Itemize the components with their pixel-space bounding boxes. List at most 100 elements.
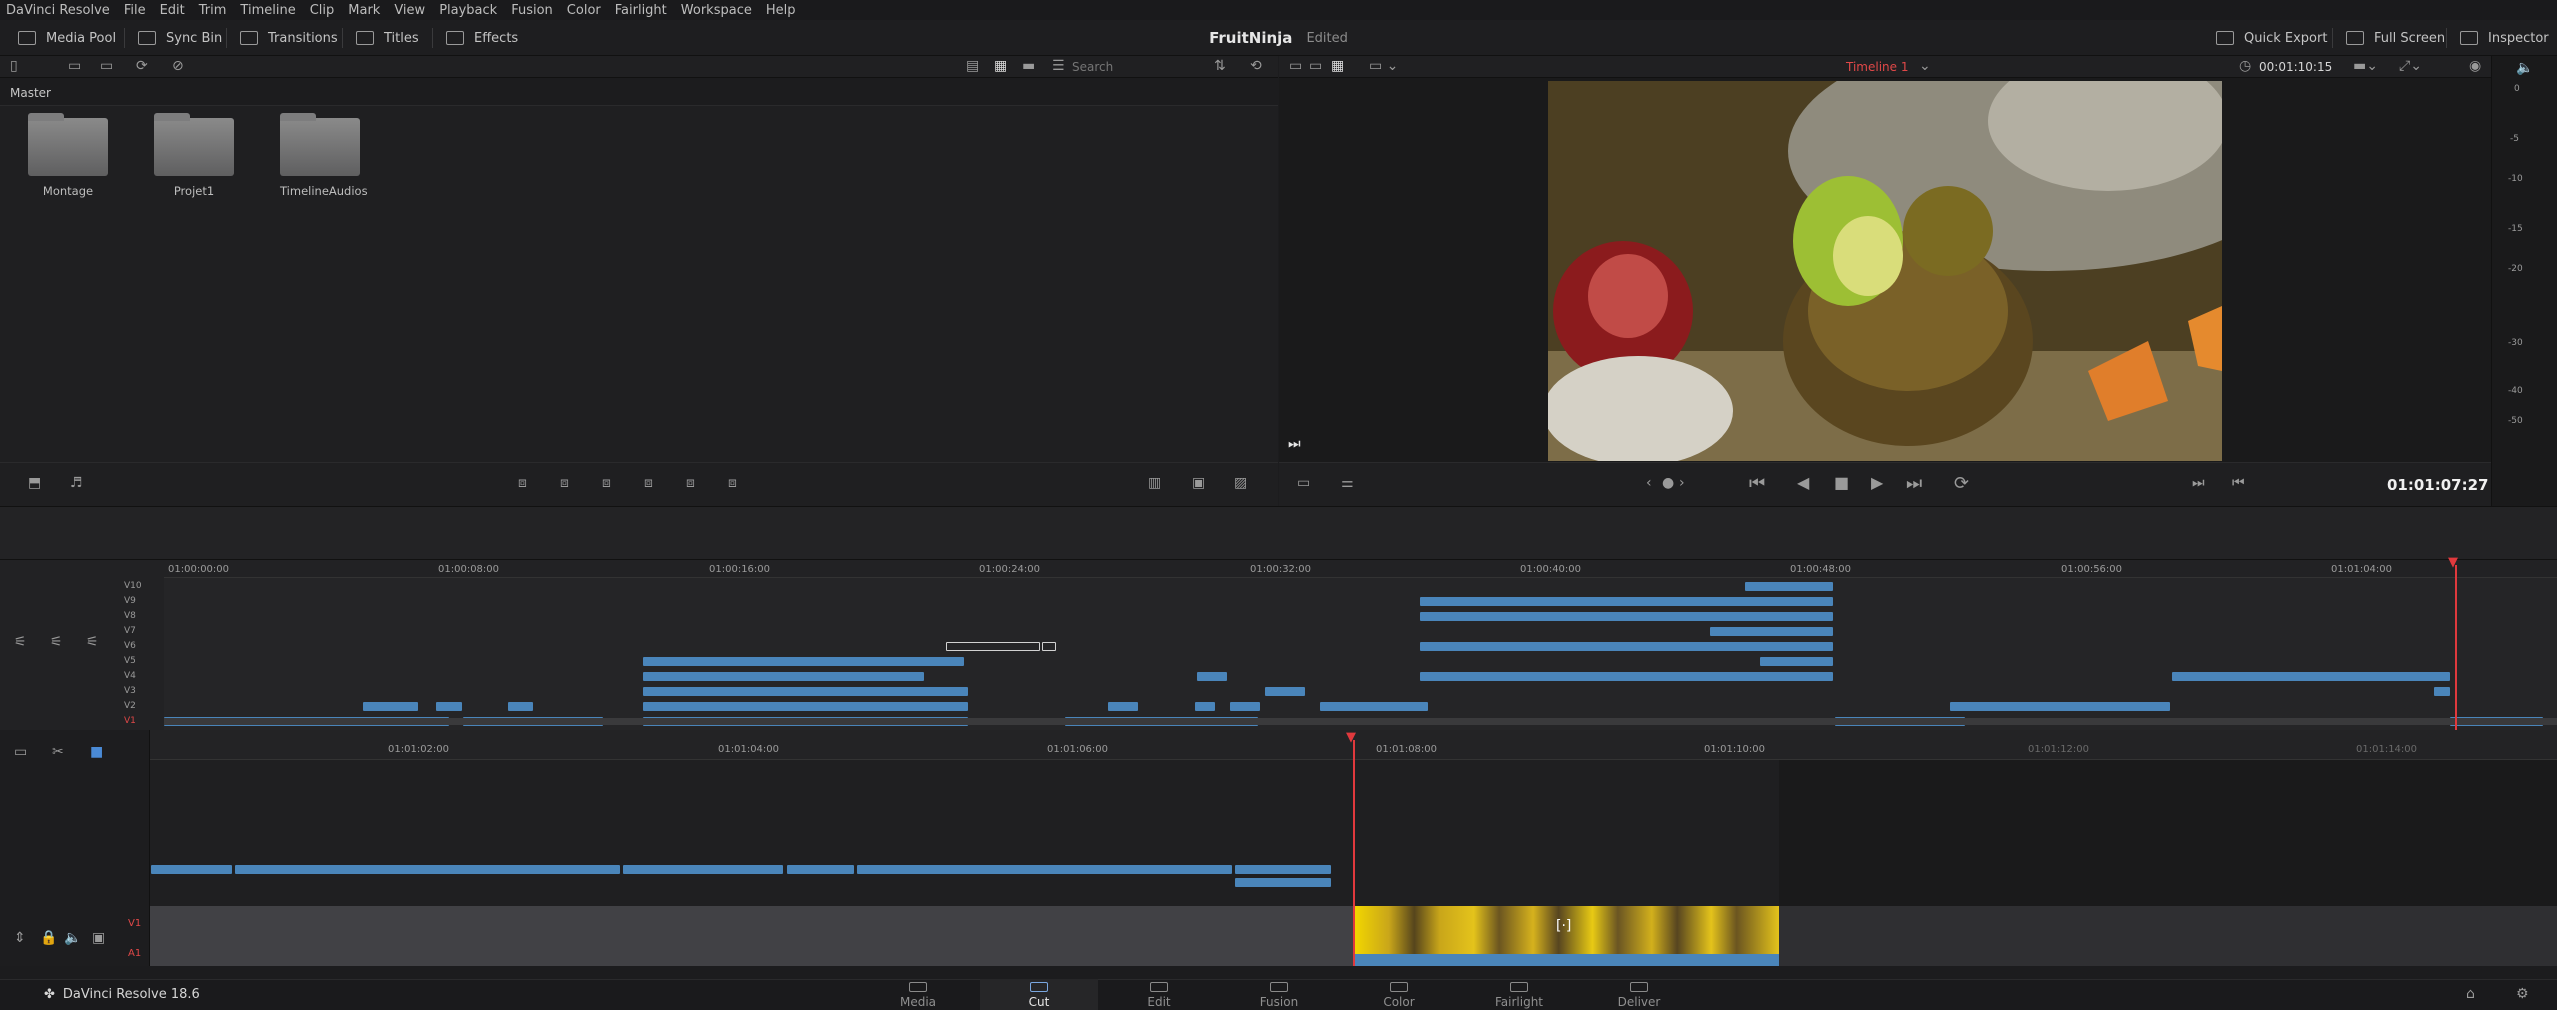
clip-v8[interactable]	[1420, 612, 1833, 621]
menu-fusion[interactable]: Fusion	[511, 3, 553, 18]
smart-insert-icon[interactable]: ⧈	[518, 475, 527, 491]
viewer-mode-icon[interactable]: ▭	[1289, 58, 1302, 74]
clip-v10[interactable]	[1745, 582, 1833, 591]
new-bin-icon[interactable]: ⬒	[28, 475, 41, 491]
upper-timeline-ruler[interactable]: 01:00:00:00 01:00:08:00 01:00:16:00 01:0…	[164, 560, 2557, 578]
lower-clip[interactable]	[787, 865, 854, 874]
menu-app[interactable]: DaVinci Resolve	[6, 3, 110, 18]
close-up-icon[interactable]: ⧈	[644, 475, 653, 491]
home-icon[interactable]: ⌂	[2466, 986, 2475, 1002]
image-icon[interactable]: ▣	[1192, 475, 1205, 491]
track-tool-icon[interactable]: ⚟	[14, 634, 27, 650]
clip-v2[interactable]	[643, 702, 968, 711]
menu-edit[interactable]: Edit	[160, 3, 185, 18]
titles-button[interactable]: Titles	[356, 20, 419, 56]
list-icon[interactable]: ▥	[1148, 475, 1161, 491]
clip-v9[interactable]	[1420, 597, 1833, 606]
source-overwrite-icon[interactable]: ⧈	[728, 475, 737, 491]
clip-v3[interactable]	[643, 687, 968, 696]
trim-handle-icon[interactable]: [·]	[1556, 918, 1571, 934]
page-media[interactable]: Media	[859, 979, 977, 1010]
lower-clip[interactable]	[623, 865, 783, 874]
timeline-selector[interactable]: Timeline 1	[1846, 60, 1908, 74]
page-color[interactable]: Color	[1340, 979, 1458, 1010]
menu-help[interactable]: Help	[766, 3, 796, 18]
clip-v4[interactable]	[1420, 672, 1833, 681]
go-to-end-icon[interactable]: ⏭	[1906, 473, 1922, 494]
stop-icon[interactable]: ■	[1834, 473, 1849, 492]
mark-in-icon[interactable]: ⏭	[2192, 475, 2205, 491]
refresh-icon[interactable]: ⟳	[136, 58, 148, 74]
chevron-down-icon[interactable]: ⌄	[1919, 58, 1931, 74]
clip-v6[interactable]	[1420, 642, 1833, 651]
lower-clip[interactable]	[235, 865, 620, 874]
skip-to-end-icon[interactable]: ⏭	[1288, 436, 1301, 452]
folder-montage[interactable]: Montage	[28, 113, 108, 198]
speaker-icon[interactable]: 🔈	[2516, 60, 2533, 76]
append-icon[interactable]: ⧈	[560, 475, 569, 491]
snap-icon[interactable]: ■	[90, 744, 103, 760]
film-icon[interactable]: ▭	[14, 744, 27, 760]
transform-icon[interactable]: ⤢⌄	[2399, 58, 2422, 74]
audio-icon[interactable]: ♬	[70, 475, 83, 491]
sync-icon[interactable]: ⟲	[1250, 58, 1262, 74]
breadcrumb-master[interactable]: Master	[10, 86, 51, 100]
page-deliver[interactable]: Deliver	[1580, 979, 1698, 1010]
sync-bin-button[interactable]: Sync Bin	[138, 20, 222, 56]
clip-v4[interactable]	[1197, 672, 1227, 681]
play-reverse-icon[interactable]: ◀	[1797, 473, 1809, 492]
list-view-icon[interactable]: ☰	[1052, 58, 1065, 74]
track-tool-icon[interactable]: ⚟	[86, 634, 99, 650]
clip-v5[interactable]	[643, 657, 964, 666]
prev-frame-icon[interactable]: ‹	[1646, 475, 1652, 491]
effects-button[interactable]: Effects	[446, 20, 518, 56]
page-edit[interactable]: Edit	[1100, 979, 1218, 1010]
expand-icon[interactable]: ⇕	[14, 930, 26, 946]
display-options-icon[interactable]: ▬⌄	[2353, 58, 2378, 74]
scissors-icon[interactable]: ✂	[52, 744, 64, 760]
gear-icon[interactable]: ⚙	[2516, 986, 2529, 1002]
play-icon[interactable]: ▶	[1871, 473, 1883, 492]
viewer-frame[interactable]	[1548, 81, 2222, 461]
media-pool-button[interactable]: Media Pool	[18, 20, 116, 56]
scope-icon[interactable]: ▨	[1234, 475, 1247, 491]
place-on-top-icon[interactable]: ⧈	[686, 475, 695, 491]
page-fusion[interactable]: Fusion	[1220, 979, 1338, 1010]
tools-icon[interactable]: ⚌	[1341, 475, 1354, 491]
clip-v6-selected[interactable]	[1042, 642, 1056, 651]
lower-clip[interactable]	[857, 865, 1232, 874]
clip-v2[interactable]	[1950, 702, 2170, 711]
menu-timeline[interactable]: Timeline	[240, 3, 295, 18]
clip-v2[interactable]	[436, 702, 462, 711]
clip-v2[interactable]	[1195, 702, 1215, 711]
clip-v2[interactable]	[508, 702, 533, 711]
menu-fairlight[interactable]: Fairlight	[615, 3, 667, 18]
track-monitor-icon[interactable]: ▣	[92, 930, 105, 946]
lock-icon[interactable]: 🔒	[40, 930, 57, 946]
import-media-icon[interactable]: ▭	[68, 58, 81, 74]
menu-playback[interactable]: Playback	[439, 3, 497, 18]
clip-v6-selected[interactable]	[946, 642, 1040, 651]
menu-view[interactable]: View	[394, 3, 425, 18]
dot-icon[interactable]: ●	[1662, 475, 1674, 491]
breadcrumb[interactable]: Master	[0, 78, 1278, 106]
safe-area-icon[interactable]: ▭	[1297, 475, 1310, 491]
clip-v2[interactable]	[1230, 702, 1260, 711]
go-to-start-icon[interactable]: ⏮	[1749, 473, 1765, 494]
playhead-marker-icon[interactable]: ▼	[1346, 730, 1356, 745]
clip-v5[interactable]	[1760, 657, 1833, 666]
audio-track-icon[interactable]: 🔈	[64, 930, 81, 946]
playhead-marker-icon[interactable]: ▼	[2448, 555, 2458, 570]
loop-icon[interactable]: ⟳	[1954, 473, 1969, 494]
sort-icon[interactable]: ⇅	[1214, 58, 1226, 74]
quick-export-button[interactable]: Quick Export	[2216, 20, 2327, 56]
transitions-button[interactable]: Transitions	[240, 20, 338, 56]
track-tool-icon[interactable]: ⚟	[50, 634, 63, 650]
clip-v7[interactable]	[1710, 627, 1833, 636]
clip-v3[interactable]	[2434, 687, 2450, 696]
clip-v4[interactable]	[2172, 672, 2450, 681]
filmstrip-view-icon[interactable]: ▬	[1022, 58, 1035, 74]
clip-v2[interactable]	[363, 702, 418, 711]
menu-workspace[interactable]: Workspace	[681, 3, 752, 18]
folder-projet1[interactable]: Projet1	[154, 113, 234, 198]
